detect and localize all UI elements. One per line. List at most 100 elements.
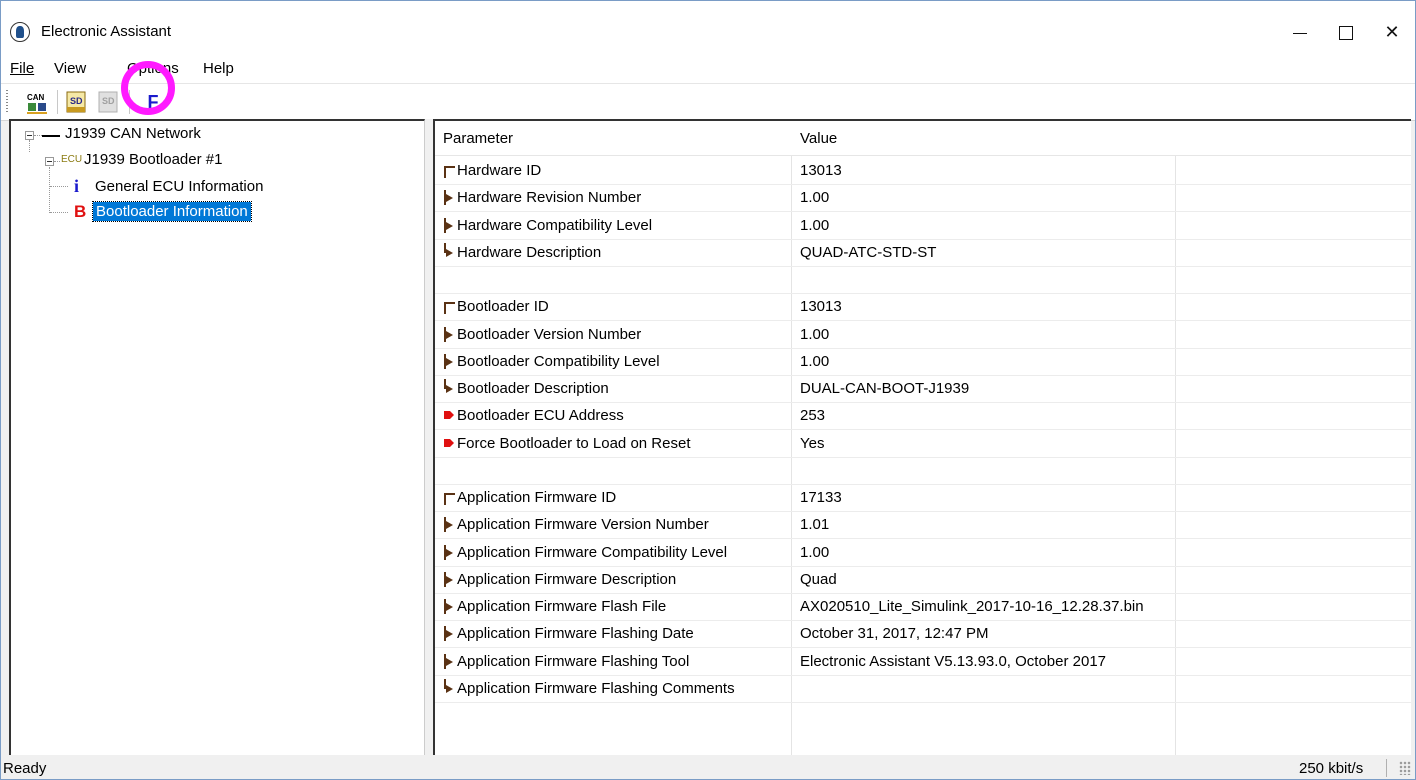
sd-save-button[interactable]: SD [95, 88, 123, 116]
parameter-cell: Hardware Compatibility Level [443, 217, 652, 234]
parameter-cell: Bootloader ID [443, 298, 549, 315]
maximize-icon [1339, 26, 1353, 41]
tree-item-ecu[interactable]: J1939 Bootloader #1 [84, 151, 222, 168]
toolbar-separator [57, 90, 58, 114]
parameter-label: Application Firmware Flashing Comments [457, 679, 735, 697]
table-row[interactable]: Application Firmware Version Number 1.01 [435, 511, 1411, 540]
baud-rate: 250 kbit/s [1299, 760, 1364, 777]
tree-connector-icon [443, 653, 455, 669]
toolbar-grip[interactable] [6, 90, 8, 114]
tree-connector-icon [443, 217, 455, 233]
menu-file[interactable]: File [10, 60, 34, 77]
info-icon: i [74, 176, 80, 196]
value-cell: 17133 [800, 489, 842, 506]
header-value[interactable]: Value [800, 130, 837, 147]
parameter-label: Application Firmware Compatibility Level [457, 543, 728, 561]
table-row[interactable]: Hardware Description QUAD-ATC-STD-ST [435, 239, 1411, 267]
app-logo-icon [10, 22, 30, 42]
tree-connector-icon [443, 299, 455, 315]
tree-connector [54, 161, 60, 163]
highlight-circle [121, 61, 175, 115]
parameter-cell: Bootloader Version Number [443, 326, 641, 343]
table-row[interactable]: Application Firmware Compatibility Level… [435, 539, 1411, 567]
parameter-label: Bootloader ID [457, 298, 549, 316]
table-row[interactable]: Application Firmware Flash File AX020510_… [435, 593, 1411, 621]
header-parameter[interactable]: Parameter [443, 130, 513, 147]
parameter-label: Force Bootloader to Load on Reset [457, 434, 691, 452]
value-cell[interactable]: 253 [800, 407, 825, 424]
parameter-cell: Hardware Description [443, 242, 602, 261]
parameter-cell: Application Firmware Compatibility Level [443, 544, 727, 561]
value-cell: 13013 [800, 298, 842, 316]
table-row[interactable]: Application Firmware Flashing Tool Electr… [435, 648, 1411, 676]
menu-view[interactable]: View [54, 60, 86, 77]
maximize-button[interactable] [1323, 11, 1369, 53]
toolbar: CAN SD SD F [1, 83, 1415, 121]
menu-help[interactable]: Help [203, 60, 234, 77]
parameter-label: Hardware ID [457, 162, 542, 179]
table-row[interactable]: Bootloader Description DUAL-CAN-BOOT-J193… [435, 375, 1411, 403]
tree-connector [50, 212, 68, 214]
tree-connector-icon [443, 490, 455, 505]
parameter-label: Application Firmware Flashing Date [457, 625, 694, 643]
table-row[interactable]: Application Firmware ID 17133 [435, 484, 1411, 512]
close-button[interactable]: ✕ [1369, 11, 1415, 53]
table-row[interactable] [435, 266, 1411, 294]
tree-connector-icon [443, 571, 455, 587]
parameter-label: Application Firmware Flash File [457, 598, 667, 615]
resize-grip-icon[interactable] [1399, 761, 1411, 775]
editable-marker-icon [443, 436, 455, 450]
value-cell: QUAD-ATC-STD-ST [800, 243, 937, 261]
parameter-label: Application Firmware Version Number [457, 516, 709, 534]
value-cell: Quad [800, 570, 837, 588]
table-row[interactable]: Hardware Revision Number 1.00 [435, 184, 1411, 213]
parameter-label: Hardware Revision Number [457, 189, 642, 207]
table-row[interactable]: Application Firmware Flashing Date Octobe… [435, 620, 1411, 649]
ecu-tree: J1939 CAN Network ECU J1939 Bootloader #… [9, 119, 425, 755]
table-row[interactable]: Bootloader ECU Address 253 [435, 402, 1411, 431]
tree-connector-icon [443, 353, 455, 369]
table-row[interactable] [435, 457, 1411, 485]
tree-connector [50, 186, 68, 188]
table-row[interactable]: Force Bootloader to Load on Reset Yes [435, 430, 1411, 458]
value-cell: 1.00 [800, 325, 830, 343]
parameter-label: Bootloader ECU Address [457, 407, 624, 425]
title-bar[interactable]: Electronic Assistant ✕ [1, 1, 1415, 53]
parameter-cell: Hardware ID [443, 162, 541, 179]
tree-connector-icon [443, 163, 455, 178]
table-row[interactable]: Bootloader Version Number 1.00 [435, 321, 1411, 349]
tree-connector [34, 135, 42, 137]
parameter-label: Bootloader Description [457, 380, 609, 397]
table-row[interactable]: Bootloader ID 13013 [435, 293, 1411, 322]
collapse-root-icon[interactable] [25, 131, 34, 140]
parameter-label: Hardware Description [457, 243, 602, 261]
tree-item-network[interactable]: J1939 CAN Network [65, 125, 201, 142]
parameter-label: Application Firmware Flashing Tool [457, 652, 690, 670]
tree-item-bootloader-info[interactable]: Bootloader Information [92, 201, 252, 222]
tree-connector-icon [443, 626, 455, 642]
value-cell: 1.01 [800, 516, 830, 534]
tree-connector-icon [443, 678, 455, 695]
network-line-icon [42, 135, 60, 137]
tree-item-general-ecu-info[interactable]: General ECU Information [95, 178, 263, 195]
table-row[interactable]: Application Firmware Description Quad [435, 566, 1411, 594]
minimize-button[interactable] [1277, 11, 1323, 53]
parameter-label: Application Firmware Description [457, 570, 677, 588]
parameter-label: Application Firmware ID [457, 489, 617, 506]
value-cell: 1.00 [800, 216, 830, 234]
grid-header: Parameter Value [435, 121, 1411, 156]
parameter-cell: Application Firmware ID [443, 489, 616, 506]
tree-connector-icon [443, 190, 455, 206]
collapse-ecu-icon[interactable] [45, 157, 54, 166]
parameter-cell: Bootloader Description [443, 379, 609, 397]
table-row[interactable]: Bootloader Compatibility Level 1.00 [435, 348, 1411, 376]
can-network-button[interactable]: CAN [23, 88, 51, 116]
value-cell[interactable]: Yes [800, 435, 824, 452]
sd-open-button[interactable]: SD [63, 88, 91, 116]
parameter-label: Bootloader Compatibility Level [457, 352, 660, 370]
table-row[interactable]: Application Firmware Flashing Comments [435, 675, 1411, 703]
table-row[interactable]: Hardware ID 13013 [435, 157, 1411, 185]
panel-splitter[interactable] [425, 119, 433, 755]
table-row[interactable]: Hardware Compatibility Level 1.00 [435, 212, 1411, 240]
ecu-icon: ECU [61, 154, 83, 165]
